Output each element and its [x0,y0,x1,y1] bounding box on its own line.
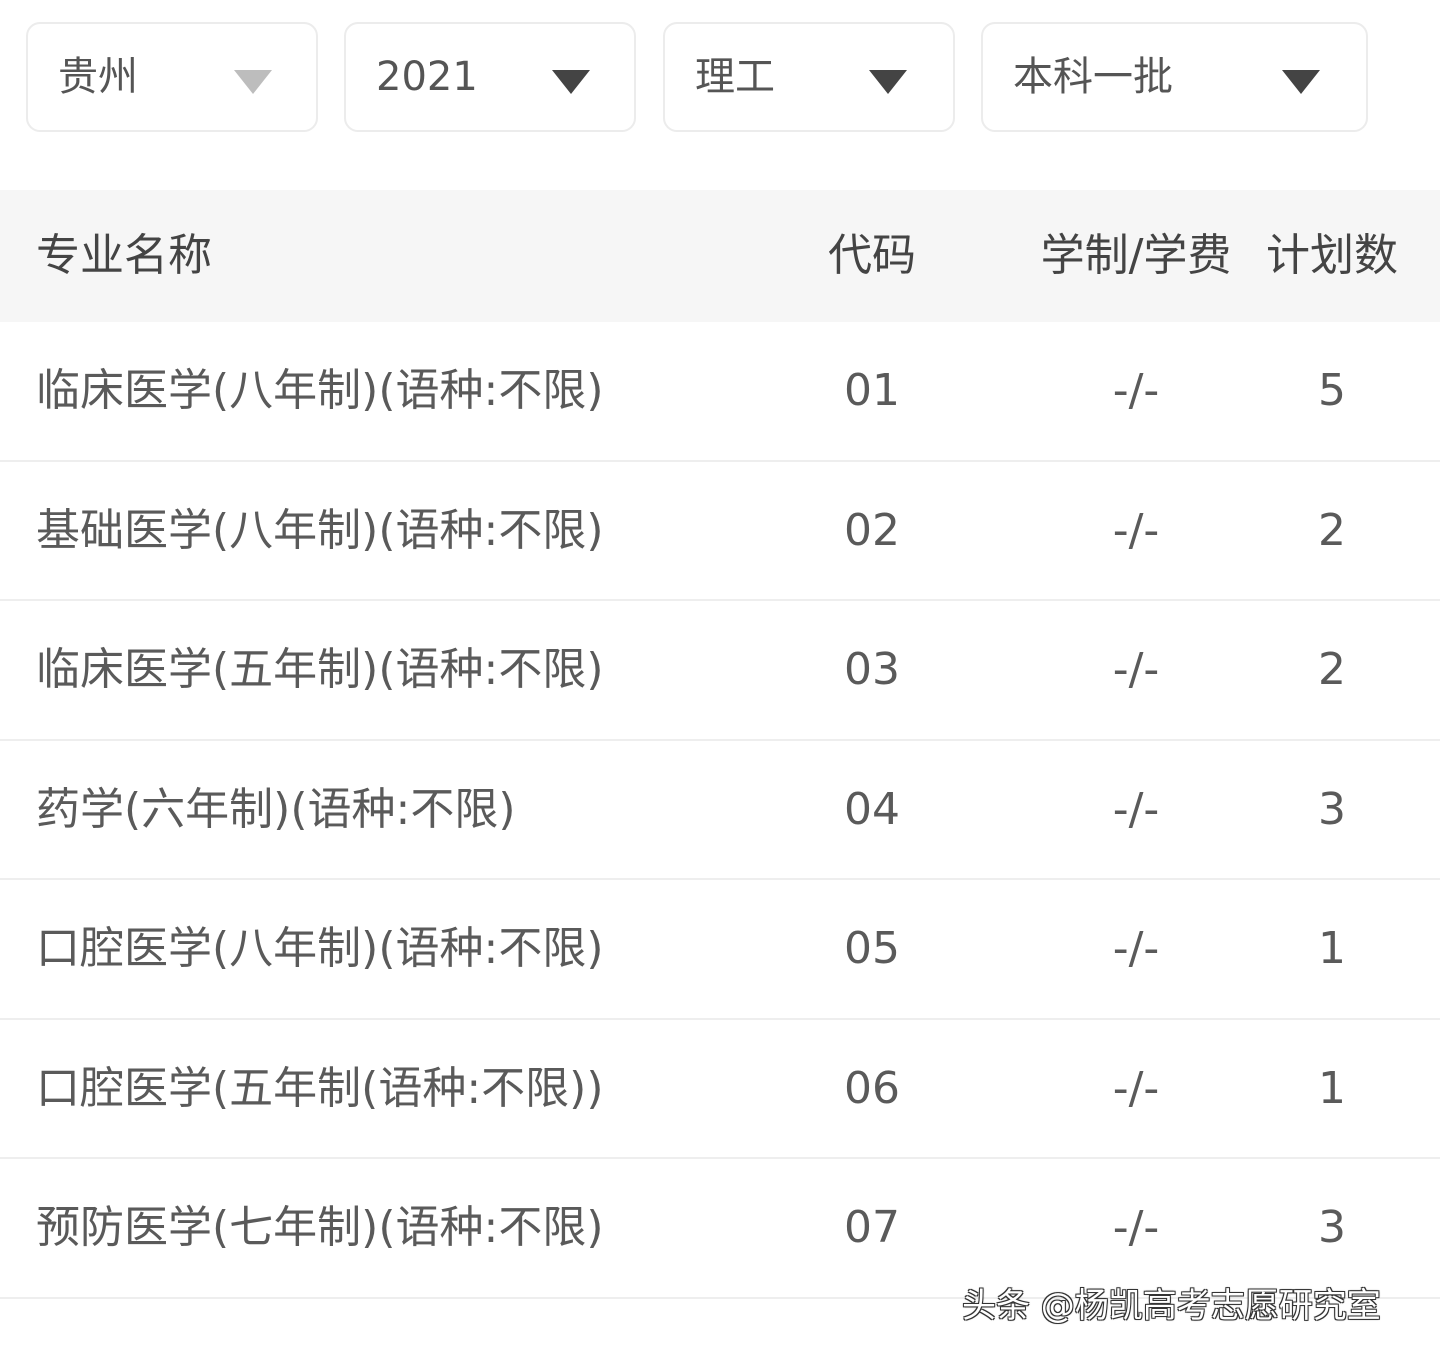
table-row[interactable]: 基础医学(八年制)(语种:不限) 02 -/- 2 [0,462,1440,601]
plan-count: 1 [1318,1062,1346,1114]
chevron-down-icon [1282,70,1320,94]
major-code: 01 [844,365,900,416]
plan-count: 1 [1318,923,1346,974]
plan-count: 5 [1318,365,1346,416]
year-select[interactable]: 2021 [344,22,636,132]
header-major-name: 专业名称 [36,230,212,281]
major-code: 05 [844,923,900,974]
subject-select-value: 理工 [695,54,775,100]
duration-fee: -/- [1112,783,1160,835]
major-name: 口腔医学(八年制)(语种:不限) [36,923,604,974]
major-code: 04 [844,783,900,835]
duration-fee: -/- [1112,923,1160,974]
major-name: 基础医学(八年制)(语种:不限) [36,504,604,556]
chevron-down-icon [234,70,272,94]
table-row[interactable]: 药学(六年制)(语种:不限) 04 -/- 3 [0,741,1440,880]
plan-count: 2 [1318,644,1346,695]
table-row[interactable]: 临床医学(五年制)(语种:不限) 03 -/- 2 [0,601,1440,741]
major-plan-table: 专业名称 代码 学制/学费 计划数 临床医学(八年制)(语种:不限) 01 -/… [0,190,1440,1299]
major-name: 临床医学(八年制)(语种:不限) [36,365,604,416]
major-code: 06 [844,1062,900,1114]
header-code: 代码 [828,230,916,281]
major-name: 药学(六年制)(语种:不限) [36,783,516,835]
duration-fee: -/- [1112,1202,1160,1253]
duration-fee: -/- [1112,365,1160,416]
major-name: 口腔医学(五年制(语种:不限)) [36,1062,604,1114]
major-code: 02 [844,504,900,556]
plan-count: 3 [1318,1202,1346,1253]
table-row[interactable]: 口腔医学(五年制(语种:不限)) 06 -/- 1 [0,1020,1440,1159]
batch-select[interactable]: 本科一批 [981,22,1368,132]
duration-fee: -/- [1112,1062,1160,1114]
subject-select[interactable]: 理工 [663,22,955,132]
chevron-down-icon [552,70,590,94]
major-name: 临床医学(五年制)(语种:不限) [36,644,604,695]
table-row[interactable]: 临床医学(八年制)(语种:不限) 01 -/- 5 [0,322,1440,462]
major-name: 预防医学(七年制)(语种:不限) [36,1202,604,1253]
batch-select-value: 本科一批 [1013,54,1173,100]
duration-fee: -/- [1112,644,1160,695]
watermark: 头条 @杨凯高考志愿研究室 [962,1286,1381,1326]
header-duration-fee: 学制/学费 [1040,230,1232,281]
province-select-value: 贵州 [58,54,138,100]
table-header: 专业名称 代码 学制/学费 计划数 [0,190,1440,322]
header-plan-count: 计划数 [1266,230,1398,281]
major-code: 03 [844,644,900,695]
year-select-value: 2021 [376,54,478,100]
province-select[interactable]: 贵州 [26,22,318,132]
major-code: 07 [844,1202,900,1253]
duration-fee: -/- [1112,504,1160,556]
plan-count: 3 [1318,783,1346,835]
table-row[interactable]: 口腔医学(八年制)(语种:不限) 05 -/- 1 [0,880,1440,1020]
plan-count: 2 [1318,504,1346,556]
chevron-down-icon [869,70,907,94]
